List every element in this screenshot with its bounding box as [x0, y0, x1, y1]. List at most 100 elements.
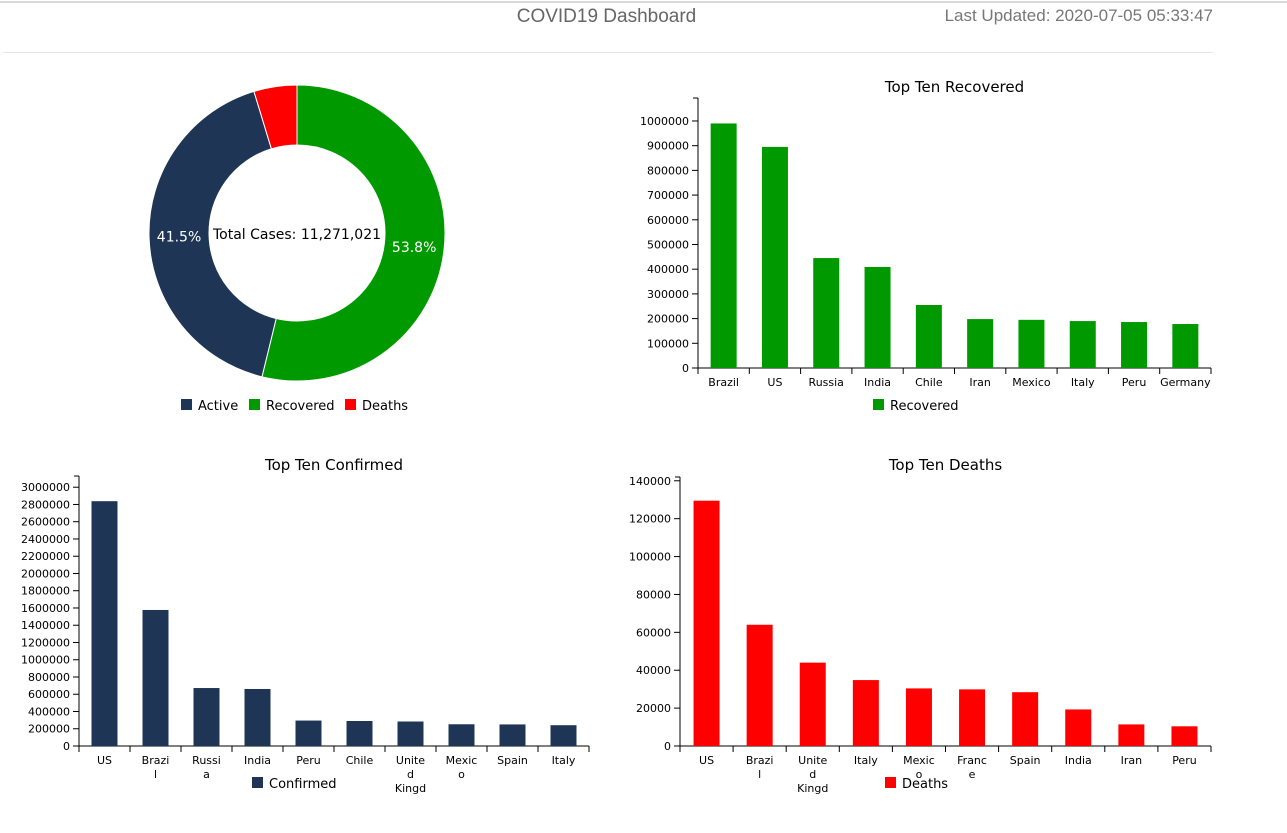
x-tick-label: Brazil	[708, 376, 739, 389]
bar-chile[interactable]	[346, 720, 373, 746]
y-tick-label: 600000	[647, 214, 689, 227]
donut-center-label: Total Cases: 11,271,021	[212, 227, 381, 243]
bar-us[interactable]	[91, 501, 118, 746]
bar-chile[interactable]	[915, 305, 942, 368]
y-tick-label: 20000	[636, 702, 671, 715]
bar-russia[interactable]	[193, 688, 220, 746]
bar-spain[interactable]	[1012, 692, 1039, 746]
bar-spain[interactable]	[499, 724, 526, 746]
legend-swatch-deaths	[345, 399, 356, 410]
bar-mexico[interactable]	[1018, 319, 1045, 368]
x-tick-label: Brazi	[746, 754, 774, 767]
x-tick-label: Spain	[1010, 754, 1041, 767]
x-tick-label: Iran	[1121, 754, 1143, 767]
slice-label-active: 41.5%	[157, 229, 201, 245]
x-tick-label: Italy	[854, 754, 878, 767]
bar-india[interactable]	[1065, 709, 1092, 746]
y-tick-label: 140000	[629, 475, 671, 488]
y-tick-label: 40000	[636, 664, 671, 677]
x-tick-label: India	[1065, 754, 1092, 767]
chart-title: Top Ten Recovered	[884, 78, 1024, 96]
legend-swatch	[252, 777, 263, 788]
bar-mexico[interactable]	[448, 724, 475, 746]
bar-united-kingd[interactable]	[799, 662, 826, 746]
x-tick-label: Iran	[969, 376, 991, 389]
y-tick-label: 2600000	[21, 516, 70, 529]
chart-title: Top Ten Deaths	[888, 456, 1003, 474]
bar-germany[interactable]	[1172, 324, 1199, 368]
bar-france[interactable]	[959, 689, 986, 746]
x-tick-label: e	[969, 768, 976, 781]
x-tick-label: Russia	[809, 376, 844, 389]
y-tick-label: 400000	[28, 705, 70, 718]
y-tick-label: 2200000	[21, 550, 70, 563]
donut-chart: 53.8% 41.5% Total Cases: 11,271,021 Active R…	[148, 84, 446, 414]
y-tick-label: 2400000	[21, 533, 70, 546]
legend-swatch-active	[181, 399, 192, 410]
x-tick-label: Unite	[798, 754, 827, 767]
legend-label: Confirmed	[269, 777, 337, 792]
bar-us[interactable]	[693, 500, 720, 746]
y-tick-label: 0	[682, 362, 689, 375]
y-tick-label: 500000	[647, 238, 689, 251]
legend-label: Recovered	[890, 399, 959, 414]
y-tick-label: 300000	[647, 288, 689, 301]
legend-label-deaths: Deaths	[362, 399, 408, 414]
x-tick-label: o	[458, 768, 465, 781]
x-tick-label: India	[864, 376, 891, 389]
x-tick-label: Peru	[1172, 754, 1197, 767]
y-tick-label: 200000	[647, 313, 689, 326]
legend-swatch	[885, 777, 896, 788]
bar-iran[interactable]	[1118, 724, 1145, 746]
y-tick-label: 100000	[629, 551, 671, 564]
y-tick-label: 0	[664, 740, 671, 753]
x-tick-label: Chile	[346, 754, 374, 767]
bar-italy[interactable]	[550, 725, 577, 746]
bar-brazil[interactable]	[142, 609, 169, 746]
bar-united-kingd[interactable]	[397, 721, 424, 746]
legend-swatch	[873, 399, 884, 410]
x-tick-label: Germany	[1160, 376, 1211, 389]
y-tick-label: 200000	[28, 723, 70, 736]
bar-us[interactable]	[761, 146, 788, 368]
x-tick-label: Peru	[1122, 376, 1147, 389]
x-tick-label: Kingd	[797, 782, 828, 795]
bar-iran[interactable]	[967, 319, 994, 368]
y-tick-label: 0	[63, 740, 70, 753]
y-tick-label: 80000	[636, 588, 671, 601]
x-tick-label: d	[407, 768, 414, 781]
y-tick-label: 800000	[647, 164, 689, 177]
bar-chart-confirmed: Top Ten Confirmed 0 200000 400000 600000 8000…	[21, 456, 590, 795]
dashboard-charts: 53.8% 41.5% Total Cases: 11,271,021 Active R…	[21, 78, 1212, 795]
chart-title: Top Ten Confirmed	[264, 456, 403, 474]
x-tick-label: d	[809, 768, 816, 781]
bar-india[interactable]	[244, 688, 271, 746]
y-tick-label: 120000	[629, 513, 671, 526]
bar-peru[interactable]	[1171, 726, 1198, 746]
y-tick-label: 2000000	[21, 567, 70, 580]
x-tick-label: Mexic	[446, 754, 478, 767]
x-tick-label: Brazi	[142, 754, 170, 767]
bar-peru[interactable]	[1121, 322, 1148, 368]
donut-legend: Active Recovered Deaths	[181, 399, 408, 414]
legend-label-recovered: Recovered	[266, 399, 335, 414]
bar-russia[interactable]	[813, 258, 840, 368]
y-tick-label: 60000	[636, 626, 671, 639]
y-tick-label: 400000	[647, 263, 689, 276]
x-tick-label: Peru	[296, 754, 321, 767]
bar-peru[interactable]	[295, 720, 322, 746]
x-tick-label: Italy	[552, 754, 576, 767]
bar-brazil[interactable]	[710, 123, 737, 369]
bar-brazil[interactable]	[746, 624, 773, 746]
bar-italy[interactable]	[1069, 321, 1096, 368]
x-tick-label: Spain	[497, 754, 528, 767]
x-tick-label: Chile	[915, 376, 943, 389]
bar-italy[interactable]	[852, 680, 879, 746]
x-tick-label: Mexic	[903, 754, 935, 767]
y-tick-label: 100000	[647, 337, 689, 350]
bar-chart-recovered: Top Ten Recovered 0 100000 200000 300000 4000…	[640, 78, 1212, 414]
slice-label-recovered: 53.8%	[392, 240, 436, 256]
x-tick-label: Mexico	[1012, 376, 1051, 389]
bar-india[interactable]	[864, 266, 891, 368]
bar-mexico[interactable]	[905, 688, 932, 746]
